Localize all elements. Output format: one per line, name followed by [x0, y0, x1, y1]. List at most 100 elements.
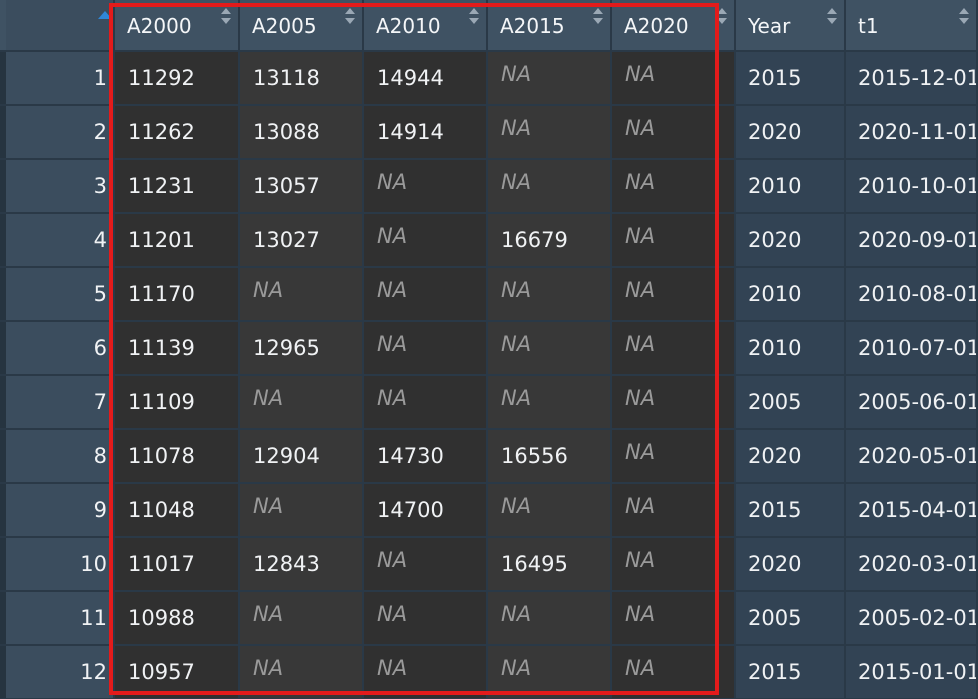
table-cell[interactable]: 16679 [488, 214, 612, 266]
table-cell[interactable]: NA [240, 646, 364, 698]
table-cell[interactable]: NA [612, 52, 736, 104]
sort-toggle-icon[interactable] [468, 8, 480, 26]
sort-ascending-icon[interactable] [98, 11, 112, 19]
table-cell[interactable]: 2020-05-01 [846, 430, 978, 482]
table-cell[interactable]: 12965 [240, 322, 364, 374]
table-cell[interactable]: 2010 [736, 160, 846, 212]
table-cell[interactable]: 2010 [736, 322, 846, 374]
table-cell[interactable]: 2015-04-01 [846, 484, 978, 536]
table-cell[interactable]: NA [364, 322, 488, 374]
table-cell[interactable]: NA [612, 214, 736, 266]
sort-toggle-icon[interactable] [220, 8, 232, 26]
sort-toggle-icon[interactable] [592, 8, 604, 26]
table-row[interactable]: 1 11292 13118 14944 NA NA 2015 2015-12-01 [0, 52, 978, 106]
table-row[interactable]: 10 11017 12843 NA 16495 NA 2020 2020-03-01 [0, 538, 978, 592]
column-header-a2015[interactable]: A2015 [488, 0, 612, 50]
table-cell[interactable]: 2015 [736, 484, 846, 536]
table-cell[interactable]: 11017 [115, 538, 240, 590]
table-row[interactable]: 12 10957 NA NA NA NA 2015 2015-01-01 [0, 646, 978, 699]
table-row[interactable]: 2 11262 13088 14914 NA NA 2020 2020-11-01 [0, 106, 978, 160]
table-cell[interactable]: 2010-08-01 [846, 268, 978, 320]
table-cell[interactable]: NA [364, 538, 488, 590]
table-cell[interactable]: 11231 [115, 160, 240, 212]
table-cell[interactable]: 2020-03-01 [846, 538, 978, 590]
table-cell[interactable]: 2005-02-01 [846, 592, 978, 644]
table-cell[interactable]: 13118 [240, 52, 364, 104]
table-cell[interactable]: NA [364, 160, 488, 212]
table-cell[interactable]: 2015-12-01 [846, 52, 978, 104]
table-row[interactable]: 6 11139 12965 NA NA NA 2010 2010-07-01 [0, 322, 978, 376]
table-cell[interactable]: NA [364, 268, 488, 320]
table-cell[interactable]: NA [612, 646, 736, 698]
table-cell[interactable]: 16495 [488, 538, 612, 590]
table-cell[interactable]: 14700 [364, 484, 488, 536]
table-cell[interactable]: 11170 [115, 268, 240, 320]
table-cell[interactable]: 2010-07-01 [846, 322, 978, 374]
column-header-a2000[interactable]: A2000 [115, 0, 240, 50]
table-row[interactable]: 11 10988 NA NA NA NA 2005 2005-02-01 [0, 592, 978, 646]
column-header-a2005[interactable]: A2005 [240, 0, 364, 50]
table-cell[interactable]: NA [488, 376, 612, 428]
table-cell[interactable]: 14914 [364, 106, 488, 158]
table-cell[interactable]: NA [240, 376, 364, 428]
column-header-year[interactable]: Year [736, 0, 846, 50]
table-cell[interactable]: 11109 [115, 376, 240, 428]
table-cell[interactable]: 13088 [240, 106, 364, 158]
table-row[interactable]: 9 11048 NA 14700 NA NA 2015 2015-04-01 [0, 484, 978, 538]
table-cell[interactable]: NA [612, 106, 736, 158]
table-cell[interactable]: 2005 [736, 376, 846, 428]
table-cell[interactable]: 12904 [240, 430, 364, 482]
table-cell[interactable]: NA [488, 646, 612, 698]
table-cell[interactable]: NA [488, 52, 612, 104]
table-cell[interactable]: 2020 [736, 538, 846, 590]
table-cell[interactable]: 2010-10-01 [846, 160, 978, 212]
table-cell[interactable]: 12843 [240, 538, 364, 590]
table-row[interactable]: 4 11201 13027 NA 16679 NA 2020 2020-09-01 [0, 214, 978, 268]
table-cell[interactable]: 11048 [115, 484, 240, 536]
sort-toggle-icon[interactable] [344, 8, 356, 26]
table-cell[interactable]: 13057 [240, 160, 364, 212]
table-cell[interactable]: 14944 [364, 52, 488, 104]
table-cell[interactable]: 2020-11-01 [846, 106, 978, 158]
table-cell[interactable]: NA [612, 484, 736, 536]
table-cell[interactable]: NA [488, 106, 612, 158]
sort-toggle-icon[interactable] [716, 8, 728, 26]
table-cell[interactable]: 2005 [736, 592, 846, 644]
table-cell[interactable]: NA [488, 322, 612, 374]
table-cell[interactable]: NA [612, 538, 736, 590]
table-row[interactable]: 7 11109 NA NA NA NA 2005 2005-06-01 [0, 376, 978, 430]
table-cell[interactable]: 2020 [736, 430, 846, 482]
table-cell[interactable]: NA [488, 160, 612, 212]
table-row[interactable]: 3 11231 13057 NA NA NA 2010 2010-10-01 [0, 160, 978, 214]
table-cell[interactable]: 2020 [736, 214, 846, 266]
table-cell[interactable]: 13027 [240, 214, 364, 266]
table-cell[interactable]: NA [364, 376, 488, 428]
table-cell[interactable]: NA [612, 160, 736, 212]
table-cell[interactable]: 16556 [488, 430, 612, 482]
column-header-a2020[interactable]: A2020 [612, 0, 736, 50]
table-cell[interactable]: NA [488, 484, 612, 536]
table-cell[interactable]: NA [612, 592, 736, 644]
table-cell[interactable]: NA [612, 268, 736, 320]
table-cell[interactable]: NA [488, 268, 612, 320]
table-cell[interactable]: 2020 [736, 106, 846, 158]
column-header-t1[interactable]: t1 [846, 0, 978, 50]
table-cell[interactable]: 2015 [736, 646, 846, 698]
table-cell[interactable]: NA [612, 376, 736, 428]
table-cell[interactable]: 2020-09-01 [846, 214, 978, 266]
table-cell[interactable]: 11262 [115, 106, 240, 158]
table-cell[interactable]: 2010 [736, 268, 846, 320]
table-cell[interactable]: 2005-06-01 [846, 376, 978, 428]
table-cell[interactable]: 14730 [364, 430, 488, 482]
table-cell[interactable]: NA [364, 592, 488, 644]
rownum-header[interactable] [6, 0, 115, 50]
table-cell[interactable]: NA [612, 322, 736, 374]
table-cell[interactable]: 10957 [115, 646, 240, 698]
sort-toggle-icon[interactable] [958, 8, 970, 26]
table-cell[interactable]: NA [364, 214, 488, 266]
table-cell[interactable]: NA [240, 268, 364, 320]
table-cell[interactable]: NA [240, 592, 364, 644]
table-cell[interactable]: 11139 [115, 322, 240, 374]
table-cell[interactable]: NA [240, 484, 364, 536]
table-row[interactable]: 8 11078 12904 14730 16556 NA 2020 2020-05-01 [0, 430, 978, 484]
